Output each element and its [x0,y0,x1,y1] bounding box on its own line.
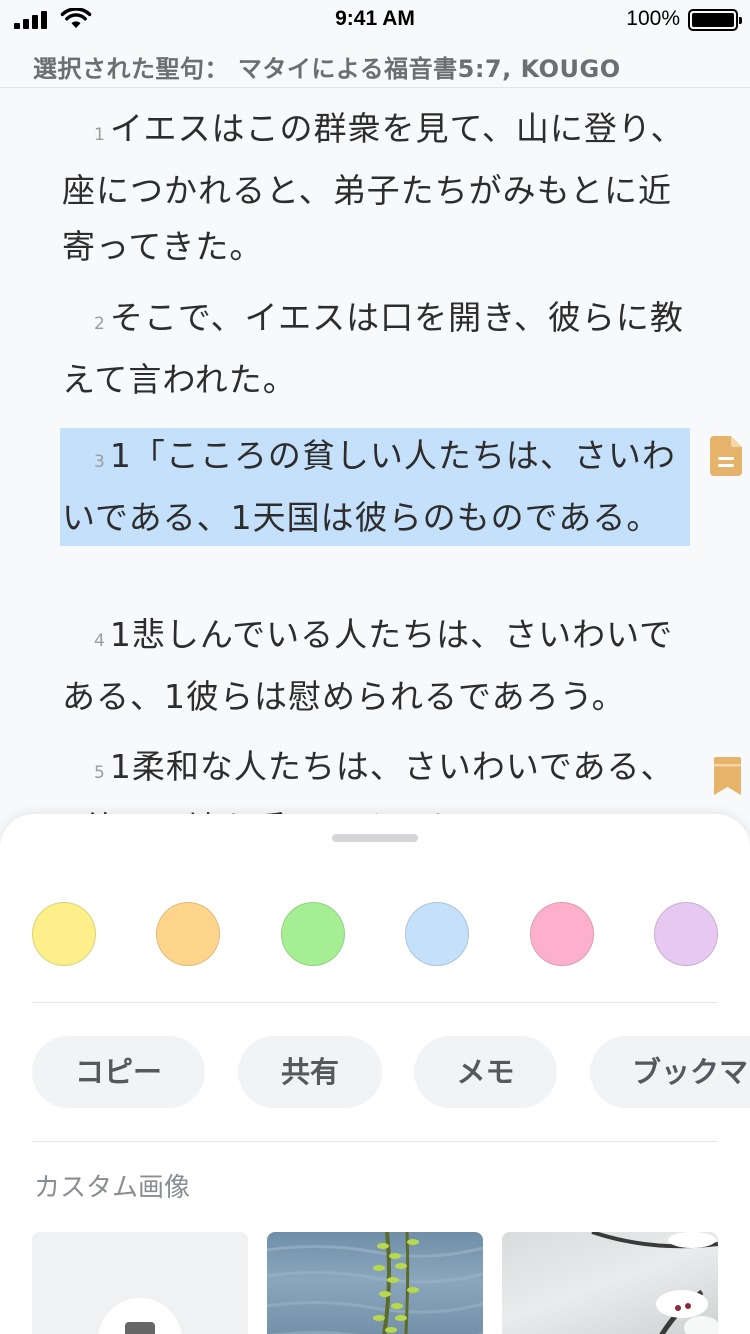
verse-number: 1 [94,125,106,145]
sheet-grabber-handle[interactable] [332,834,418,842]
note-button[interactable]: メモ [414,1036,557,1108]
highlight-color-blue[interactable] [405,902,469,966]
verse-text: そこで、イエスは口を開き、彼らに教えて言われた。 [62,298,684,399]
verse-number: 2 [94,314,106,334]
highlight-color-orange[interactable] [156,902,220,966]
verse-text: 1柔和な人たちは、さいわいである、1彼らは地を受けつぐであろう。 [62,747,675,819]
image-thumbnail-snowy-branch[interactable] [502,1232,718,1334]
verse[interactable]: 51柔和な人たちは、さいわいである、1彼らは地を受けつぐであろう。 [62,739,692,819]
note-icon[interactable] [710,436,742,476]
verse-actions-sheet: コピー 共有 メモ ブックマーク カスタム画像 [0,814,750,1334]
bookmark-icon[interactable] [714,757,741,795]
highlight-color-pink[interactable] [530,902,594,966]
verse-selected[interactable]: 3 1「こころの貧しい人たちは、さいわいである、1天国は彼らのものである。 [60,428,690,546]
verse[interactable]: 1 イエスはこの群衆を見て、山に登り、座につかれると、弟子たちがみもとに近寄ってき… [62,101,692,275]
highlight-color-green[interactable] [281,902,345,966]
highlight-color-yellow[interactable] [32,902,96,966]
selected-verse-header: 選択された聖句： マタイによる福音書5:7, KOUGO [0,40,750,88]
status-bar: 9:41 AM 100% [0,0,750,40]
verse-text: イエスはこの群衆を見て、山に登り、座につかれると、弟子たちがみもとに近寄ってきた… [62,109,685,266]
selected-verse-title: 選択された聖句： マタイによる福音書5:7, KOUGO [33,55,621,83]
highlight-color-purple[interactable] [654,902,718,966]
verse-number: 3 [94,452,106,472]
verse[interactable]: 4 1悲しんでいる人たちは、さいわいである、1彼らは慰められるであろう。 [62,607,692,725]
battery-icon [688,9,742,31]
battery-percent: 100% [626,7,680,30]
share-button[interactable]: 共有 [238,1036,382,1108]
scripture-reader[interactable]: 1 イエスはこの群衆を見て、山に登り、座につかれると、弟子たちがみもとに近寄ってき… [0,89,750,819]
add-custom-image-tile[interactable] [32,1232,248,1334]
image-thumbnail-willow-water[interactable] [267,1232,483,1334]
divider [32,1141,718,1142]
verse-text: 1悲しんでいる人たちは、さいわいである、1彼らは慰められるであろう。 [62,615,674,716]
custom-image-label: カスタム画像 [34,1173,191,1203]
verse-number: 5 [94,763,106,783]
divider [32,1002,718,1003]
snowy-branch-image [591,1232,718,1334]
verse[interactable]: 2 そこで、イエスは口を開き、彼らに教えて言われた。 [62,290,692,408]
verse-text: 1「こころの貧しい人たちは、さいわいである、1天国は彼らのものである。 [62,436,676,537]
willow-branch-image [267,1232,483,1334]
bookmark-button[interactable]: ブックマーク [590,1036,750,1108]
copy-button[interactable]: コピー [32,1036,205,1108]
add-image-icon [98,1298,182,1334]
verse-number: 4 [94,631,106,651]
